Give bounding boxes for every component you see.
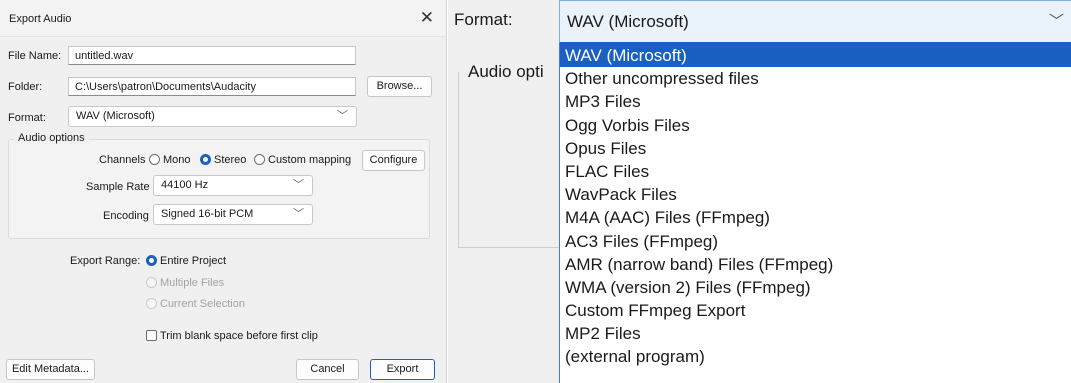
radio-icon-mono[interactable] (149, 154, 160, 165)
format-option[interactable]: Ogg Vorbis Files (560, 114, 1071, 137)
export-range-label: Export Range: (70, 255, 141, 267)
export-audio-dialog: Export Audio ✕ File Name: Folder: Browse… (0, 0, 447, 383)
format-option[interactable]: FLAC Files (560, 160, 1071, 183)
encoding-select[interactable]: Signed 16-bit PCM ﹀ (153, 204, 313, 225)
format-select[interactable]: WAV (Microsoft) ﹀ (68, 106, 357, 127)
chevron-down-icon: ﹀ (293, 208, 304, 220)
zoom-format-label: Format: (454, 10, 513, 29)
chevron-down-icon: ﹀ (1048, 13, 1064, 30)
format-option[interactable]: (external program) (560, 345, 1071, 368)
format-option[interactable]: MP2 Files (560, 322, 1071, 345)
trim-blank-space-label[interactable]: Trim blank space before first clip (160, 330, 318, 342)
format-option[interactable]: WavPack Files (560, 183, 1071, 206)
format-option[interactable]: WAV (Microsoft) (560, 44, 1071, 68)
edit-metadata-button[interactable]: Edit Metadata... (6, 359, 95, 380)
encoding-label: Encoding (103, 210, 149, 222)
range-current-selection-label: Current Selection (160, 298, 245, 310)
chevron-down-icon: ﹀ (293, 179, 304, 191)
title-bar: Export Audio ✕ (0, 0, 446, 37)
format-options-list: WAV (Microsoft) Other uncompressed files M… (559, 44, 1071, 383)
configure-button[interactable]: Configure (362, 150, 425, 171)
channel-mono-label[interactable]: Mono (163, 154, 191, 166)
format-dropdown-zoom: Format: Audio opti WAV (Microsoft) ﹀ WAV… (448, 0, 1071, 383)
range-multiple-files-label: Multiple Files (160, 277, 225, 289)
zoom-audio-options-label: Audio opti (468, 62, 544, 81)
folder-label: Folder: (8, 81, 43, 93)
format-label: Format: (8, 112, 46, 124)
folder-input[interactable] (68, 77, 356, 96)
channels-label: Channels (99, 154, 146, 166)
sample-rate-label: Sample Rate (86, 181, 150, 193)
file-name-input[interactable] (68, 46, 356, 65)
format-option[interactable]: WMA (version 2) Files (FFmpeg) (560, 276, 1071, 299)
export-button[interactable]: Export (370, 359, 435, 380)
close-icon[interactable]: ✕ (420, 8, 434, 28)
audio-options-title: Audio options (14, 132, 89, 144)
sample-rate-select[interactable]: 44100 Hz ﹀ (153, 175, 313, 196)
file-name-label: File Name: (8, 50, 62, 62)
radio-icon-entire-project[interactable] (146, 255, 157, 266)
format-option[interactable]: AC3 Files (FFmpeg) (560, 230, 1071, 253)
range-entire-project-label[interactable]: Entire Project (160, 255, 226, 267)
browse-button[interactable]: Browse... (367, 76, 432, 97)
zoom-format-select[interactable]: WAV (Microsoft) ﹀ (559, 0, 1071, 44)
zoom-format-select-value: WAV (Microsoft) (567, 12, 689, 31)
encoding-value: Signed 16-bit PCM (161, 208, 254, 220)
format-option[interactable]: AMR (narrow band) Files (FFmpeg) (560, 253, 1071, 276)
format-option[interactable]: MP3 Files (560, 90, 1071, 113)
sample-rate-value: 44100 Hz (161, 179, 209, 191)
format-option[interactable]: M4A (AAC) Files (FFmpeg) (560, 206, 1071, 229)
format-option[interactable]: Other uncompressed files (560, 67, 1071, 90)
radio-icon-stereo[interactable] (200, 154, 211, 165)
channel-stereo-label[interactable]: Stereo (214, 154, 246, 166)
radio-icon-current-selection (146, 298, 157, 309)
cancel-button[interactable]: Cancel (296, 359, 359, 380)
format-select-value: WAV (Microsoft) (76, 110, 155, 122)
dialog-title: Export Audio (9, 13, 72, 25)
channel-custom-mapping-label[interactable]: Custom mapping (268, 154, 351, 166)
radio-icon-multiple-files (146, 277, 157, 288)
chevron-down-icon: ﹀ (337, 110, 348, 122)
checkbox-icon-trim[interactable] (146, 330, 157, 341)
radio-icon-custom-mapping[interactable] (254, 154, 265, 165)
format-option[interactable]: Custom FFmpeg Export (560, 299, 1071, 322)
format-option[interactable]: Opus Files (560, 137, 1071, 160)
